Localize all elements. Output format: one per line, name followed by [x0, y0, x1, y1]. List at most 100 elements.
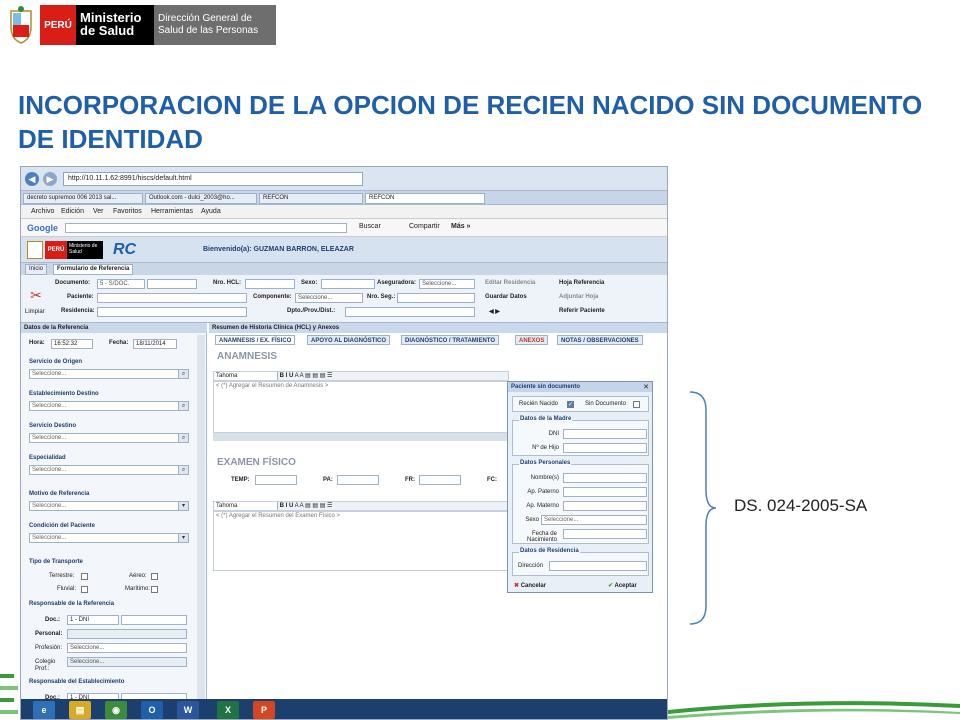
- sexo-label: Sexo: [525, 517, 539, 523]
- limpiar-button[interactable]: Limpiar: [25, 309, 45, 315]
- tab-diagnostico[interactable]: DIAGNÓSTICO / TRATAMIENTO: [401, 335, 499, 345]
- nro-seg-input[interactable]: [397, 293, 475, 303]
- sidebar-section-select[interactable]: Seleccione... ⌕: [29, 433, 189, 443]
- search-icon[interactable]: ⌕: [178, 402, 188, 410]
- search-icon[interactable]: ⌕: [178, 434, 188, 442]
- google-search-input[interactable]: [65, 223, 347, 233]
- eraser-icon[interactable]: ✂: [25, 287, 47, 303]
- paciente-input[interactable]: [97, 293, 247, 303]
- menu-ver[interactable]: Ver: [93, 208, 104, 215]
- outlook-icon[interactable]: O: [141, 701, 163, 719]
- tab-formulario[interactable]: Formulario de Referencia: [53, 264, 134, 275]
- componente-select[interactable]: Seleccione...: [295, 293, 363, 303]
- fr-input[interactable]: [419, 475, 461, 485]
- sidebar-section-select[interactable]: Seleccione... ▾: [29, 501, 189, 511]
- sidebar-section-select[interactable]: Seleccione... ⌕: [29, 369, 189, 379]
- tab-inicio[interactable]: Inicio: [25, 264, 48, 275]
- dpto-input[interactable]: [345, 307, 475, 317]
- tab-anamnesis[interactable]: ANAMNESIS / EX. FÍSICO: [215, 335, 296, 345]
- hoja-referencia-button[interactable]: Hoja Referencia: [559, 280, 604, 286]
- nombres-input[interactable]: [563, 473, 647, 483]
- sidebar-section-value: Seleccione...: [32, 371, 67, 377]
- tab-notas[interactable]: NOTAS / OBSERVACIONES: [557, 335, 643, 345]
- terrestre-checkbox[interactable]: [81, 573, 88, 580]
- sidebar-scrollbar[interactable]: [197, 335, 205, 705]
- chrome-icon[interactable]: ◉: [105, 701, 127, 719]
- sidebar-section-select[interactable]: Seleccione... ⌕: [29, 465, 189, 475]
- anamnesis-scrollbar[interactable]: [213, 433, 509, 441]
- personal-input[interactable]: [67, 629, 187, 639]
- sexo-select[interactable]: Seleccione...: [541, 515, 647, 525]
- url-input[interactable]: http://10.11.1.62:8991/hiscs/default.htm…: [63, 172, 363, 186]
- menu-herramientas[interactable]: Herramientas: [151, 208, 193, 215]
- sin-documento-checkbox[interactable]: [633, 401, 640, 408]
- temp-input[interactable]: [255, 475, 297, 485]
- residencia-input[interactable]: [97, 307, 247, 317]
- search-icon[interactable]: ⌕: [178, 466, 188, 474]
- direccion-input[interactable]: [549, 561, 647, 571]
- aereo-checkbox[interactable]: [151, 573, 158, 580]
- aceptar-button[interactable]: ✔ Aceptar: [608, 582, 637, 589]
- close-icon[interactable]: ✕: [643, 383, 649, 391]
- tab-apoyo[interactable]: APOYO AL DIAGNÓSTICO: [307, 335, 391, 345]
- pa-input[interactable]: [337, 475, 379, 485]
- sexo-select[interactable]: [321, 279, 375, 289]
- compartir-button[interactable]: Compartir: [409, 223, 440, 230]
- buscar-button[interactable]: Buscar: [359, 223, 381, 230]
- documento-number-input[interactable]: [147, 279, 197, 289]
- chevron-down-icon[interactable]: ▾: [178, 502, 188, 510]
- doc-number-input[interactable]: [121, 615, 187, 625]
- guardar-datos-button[interactable]: Guardar Datos: [485, 294, 527, 300]
- menu-archivo[interactable]: Archivo: [31, 208, 54, 215]
- nav-arrows[interactable]: ◀ ▶: [489, 308, 500, 315]
- tab-anexos[interactable]: ANEXOS: [515, 335, 549, 345]
- excel-icon[interactable]: X: [217, 701, 239, 719]
- nro-hijo-input[interactable]: [563, 443, 647, 453]
- forward-icon[interactable]: ▶: [43, 172, 57, 186]
- powerpoint-icon[interactable]: P: [253, 701, 275, 719]
- browser-tab[interactable]: Outlook.com - dulci_2003@ho...: [145, 193, 257, 204]
- explorer-icon[interactable]: ▤: [69, 701, 91, 719]
- anamnesis-editor[interactable]: < (*) Agregar el Resumen de Anamnesis >: [213, 381, 509, 433]
- browser-tab-active[interactable]: REFCON: [365, 193, 485, 204]
- fecha-nac-input[interactable]: [563, 529, 647, 539]
- dni-input[interactable]: [563, 429, 647, 439]
- menu-ayuda[interactable]: Ayuda: [201, 208, 221, 215]
- fluvial-label: Fluvial:: [57, 586, 77, 592]
- ap-materno-input[interactable]: [563, 501, 647, 511]
- recien-nacido-checkbox[interactable]: ✓: [567, 401, 574, 408]
- browser-tab[interactable]: REFCON: [259, 193, 363, 204]
- word-icon[interactable]: W: [177, 701, 199, 719]
- hora-input[interactable]: 16:52:32: [51, 339, 93, 349]
- editar-residencia-button[interactable]: Editar Residencia: [485, 280, 535, 286]
- profesion-select[interactable]: Seleccione...: [67, 643, 187, 653]
- anamnesis-toolbar[interactable]: Tahoma B I U A A ▤ ▤ ▤ ☰: [213, 371, 509, 381]
- chevron-down-icon[interactable]: ▾: [178, 534, 188, 542]
- doc-select[interactable]: 1 - DNI: [67, 615, 119, 625]
- mas-button[interactable]: Más »: [451, 223, 470, 230]
- aseguradora-select[interactable]: Seleccione...: [419, 279, 475, 289]
- examen-editor[interactable]: < (*) Agregar el Resumen del Examen Físi…: [213, 511, 509, 571]
- madre-title: Datos de la Madre: [519, 416, 573, 422]
- colegio-input[interactable]: Seleccione...: [67, 657, 187, 667]
- menu-favoritos[interactable]: Favoritos: [113, 208, 142, 215]
- font-select[interactable]: Tahoma: [214, 372, 278, 380]
- referir-paciente-button[interactable]: Referir Paciente: [559, 308, 605, 314]
- ap-paterno-input[interactable]: [563, 487, 647, 497]
- back-icon[interactable]: ◀: [25, 172, 39, 186]
- browser-tab[interactable]: decreto supremoo 006 2013 sal...: [23, 193, 143, 204]
- fecha-input[interactable]: 18/11/2014: [133, 339, 177, 349]
- examen-toolbar[interactable]: Tahoma B I U A A ▤ ▤ ▤ ☰: [213, 501, 509, 511]
- font-select[interactable]: Tahoma: [214, 502, 278, 510]
- menu-edicion[interactable]: Edición: [61, 208, 84, 215]
- ie-icon[interactable]: e: [33, 701, 55, 719]
- sidebar-section-select[interactable]: Seleccione... ⌕: [29, 401, 189, 411]
- adjuntar-hoja-button[interactable]: Adjuntar Hoja: [559, 294, 598, 300]
- fluvial-checkbox[interactable]: [81, 586, 88, 593]
- sidebar-section-select[interactable]: Seleccione... ▾: [29, 533, 189, 543]
- maritimo-checkbox[interactable]: [151, 586, 158, 593]
- nro-hcl-input[interactable]: [245, 279, 295, 289]
- cancelar-button[interactable]: ✖ Cancelar: [514, 582, 546, 589]
- documento-select[interactable]: 5 - S/DOC.: [97, 279, 145, 289]
- search-icon[interactable]: ⌕: [178, 370, 188, 378]
